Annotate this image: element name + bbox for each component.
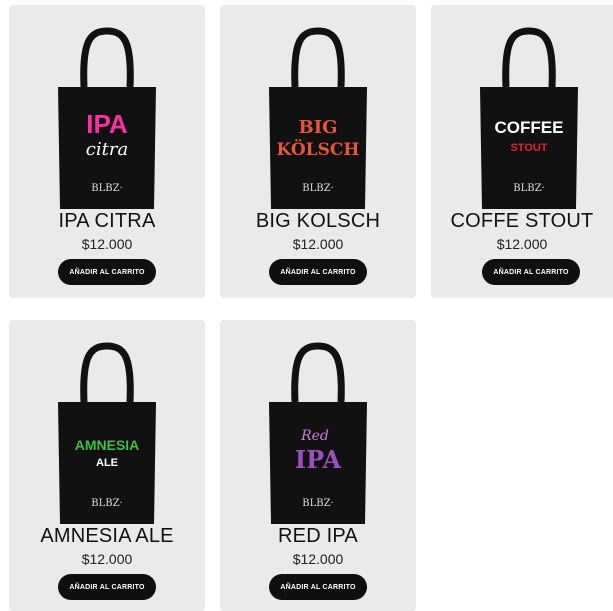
tote-bag-image: BIG KÖLSCH BLBZ·: [269, 27, 367, 209]
product-title: IPA CITRA: [58, 210, 156, 232]
product-title: AMNESIA ALE: [40, 525, 174, 547]
art-bottom-text: KÖLSCH: [277, 139, 360, 160]
tote-bag-image: IPA citra BLBZ·: [58, 27, 156, 209]
art-top-text: COFFEE: [495, 118, 564, 137]
add-to-cart-button[interactable]: AÑADIR AL CARRITO: [58, 574, 156, 600]
product-title: COFFE STOUT: [450, 210, 594, 232]
add-to-cart-button[interactable]: AÑADIR AL CARRITO: [269, 259, 367, 285]
tote-bag-image: AMNESIA ALE BLBZ·: [58, 342, 156, 524]
art-top-text: IPA: [86, 109, 128, 139]
brand-logo-text: BLBZ·: [91, 183, 122, 194]
art-bottom-text: STOUT: [510, 142, 547, 154]
product-title: RED IPA: [278, 525, 358, 547]
product-price: $12.000: [292, 236, 344, 252]
add-to-cart-button[interactable]: AÑADIR AL CARRITO: [58, 259, 156, 285]
product-card[interactable]: Red IPA BLBZ· RED IPA $12.000 AÑADIR AL …: [220, 320, 416, 611]
product-card[interactable]: IPA citra BLBZ· IPA CITRA $12.000 AÑADIR…: [9, 5, 205, 298]
add-to-cart-button[interactable]: AÑADIR AL CARRITO: [482, 259, 580, 285]
product-price: $12.000: [81, 551, 133, 567]
product-price: $12.000: [81, 236, 133, 252]
product-price: $12.000: [496, 236, 548, 252]
art-top-text: AMNESIA: [75, 437, 140, 453]
art-bottom-text: IPA: [295, 445, 342, 474]
product-card[interactable]: BIG KÖLSCH BLBZ· BIG KOLSCH $12.000 AÑAD…: [220, 5, 416, 298]
add-to-cart-button[interactable]: AÑADIR AL CARRITO: [269, 574, 367, 600]
art-bottom-text: citra: [86, 139, 128, 160]
art-top-text: Red: [300, 428, 329, 444]
brand-logo-text: BLBZ·: [513, 183, 544, 194]
product-price: $12.000: [292, 551, 344, 567]
art-top-text: BIG: [298, 117, 337, 138]
art-bottom-text: ALE: [96, 457, 118, 469]
product-card[interactable]: AMNESIA ALE BLBZ· AMNESIA ALE $12.000 AÑ…: [9, 320, 205, 611]
tote-bag-image: Red IPA BLBZ·: [269, 342, 367, 524]
product-title: BIG KOLSCH: [255, 210, 381, 232]
tote-bag-image: COFFEE STOUT BLBZ·: [480, 27, 578, 209]
brand-logo-text: BLBZ·: [302, 183, 333, 194]
product-card[interactable]: COFFEE STOUT BLBZ· COFFE STOUT $12.000 A…: [431, 5, 613, 298]
brand-logo-text: BLBZ·: [302, 498, 333, 509]
brand-logo-text: BLBZ·: [91, 498, 122, 509]
